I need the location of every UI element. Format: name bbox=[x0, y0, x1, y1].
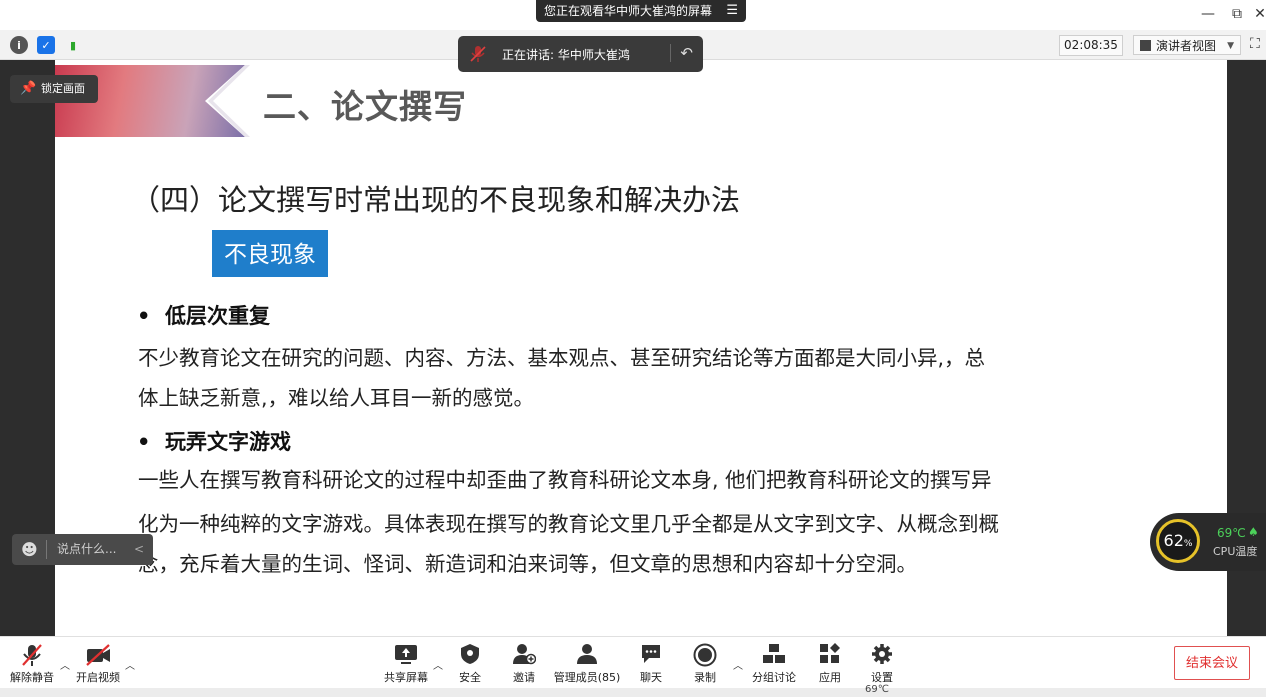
slide-title: 二、论文撰写 bbox=[263, 87, 467, 126]
manage-members-label: 管理成员(85) bbox=[553, 671, 621, 684]
cpu-usage-unit: % bbox=[1183, 539, 1193, 549]
invite-label: 邀请 bbox=[513, 671, 535, 684]
cpu-temperature: 69℃ bbox=[1217, 526, 1246, 540]
unmute-label: 解除静音 bbox=[10, 671, 54, 684]
bullet-dot: • bbox=[137, 430, 151, 454]
breakout-icon bbox=[750, 643, 798, 667]
slide-subtitle: （四）论文撰写时常出现的不良现象和解决办法 bbox=[131, 183, 741, 217]
bullet-paragraph: 一些人在撰写教育科研论文的过程中却歪曲了教育科研论文本身, 他们把教育科研论文的… bbox=[138, 460, 1068, 584]
settings-button[interactable]: 设置 bbox=[867, 643, 897, 687]
share-screen-button[interactable]: 共享屏幕 bbox=[380, 643, 432, 687]
cpu-usage-gauge: 62% bbox=[1156, 519, 1200, 563]
window-titlebar: 您正在观看华中师大崔鸿的屏幕 ☰ — ⧉ ✕ bbox=[0, 0, 1266, 30]
emoji-icon[interactable]: ☻ bbox=[21, 534, 38, 565]
record-button[interactable]: 录制 bbox=[690, 643, 720, 687]
record-icon bbox=[690, 643, 720, 667]
apps-label: 应用 bbox=[819, 671, 841, 684]
chevron-up-icon[interactable]: ︿ bbox=[733, 657, 743, 672]
viewing-screen-banner[interactable]: 您正在观看华中师大崔鸿的屏幕 ☰ bbox=[536, 0, 746, 22]
paragraph-line: 不少教育论文在研究的问题、内容、方法、基本观点、甚至研究结论等方面都是大同小异,… bbox=[138, 346, 986, 370]
breakout-rooms-label: 分组讨论 bbox=[752, 671, 796, 684]
invite-button[interactable]: 邀请 bbox=[508, 643, 540, 687]
bullet-heading-text: 低层次重复 bbox=[165, 304, 270, 328]
chat-button[interactable]: 聊天 bbox=[636, 643, 666, 687]
chevron-up-icon[interactable]: ︿ bbox=[125, 657, 135, 672]
lock-screen-label: 锁定画面 bbox=[41, 82, 85, 95]
chat-placeholder: 说点什么... bbox=[57, 542, 117, 556]
lock-screen-button[interactable]: 📌 锁定画面 bbox=[10, 75, 98, 103]
active-speaker-indicator: 正在讲话: 华中师大崔鸿 ↶ bbox=[458, 36, 703, 72]
record-label: 录制 bbox=[694, 671, 716, 684]
pin-icon: 📌 bbox=[20, 81, 37, 96]
share-screen-label: 共享屏幕 bbox=[384, 671, 428, 684]
apps-button[interactable]: 应用 bbox=[815, 643, 845, 687]
muted-mic-icon bbox=[10, 643, 54, 667]
shared-slide: 二、论文撰写 （四）论文撰写时常出现的不良现象和解决办法 不良现象 • 低层次重复… bbox=[55, 60, 1227, 636]
share-screen-icon bbox=[380, 643, 432, 667]
meeting-control-bar: 解除静音 ︿ 开启视频 ︿ 共享屏幕 ︿ 安全 邀请 管理成员(85) 聊天 录… bbox=[0, 636, 1266, 689]
muted-mic-icon bbox=[470, 45, 486, 63]
chat-icon bbox=[636, 643, 666, 667]
minimize-button[interactable]: — bbox=[1198, 6, 1218, 22]
section-tag: 不良现象 bbox=[212, 230, 328, 277]
collapse-arrow-icon[interactable]: < bbox=[134, 534, 144, 565]
fullscreen-icon[interactable]: ⛶ bbox=[1250, 36, 1260, 52]
status-temperature: 69℃ bbox=[865, 684, 889, 695]
chevron-down-icon: ▼ bbox=[1227, 41, 1234, 51]
paragraph-line: 念，充斥着大量的生词、怪词、新造词和泊来词等，但文章的思想和内容却十分空洞。 bbox=[138, 552, 917, 576]
reply-icon[interactable]: ↶ bbox=[670, 44, 693, 62]
paragraph-line: 化为一种纯粹的文字游戏。具体表现在撰写的教育论文里几乎全都是从文字到文字、从概念… bbox=[138, 512, 999, 536]
restore-button[interactable]: ⧉ bbox=[1227, 6, 1247, 22]
signal-icon[interactable]: ▮ bbox=[64, 36, 82, 54]
cpu-monitor-widget[interactable]: 62% 69℃ ♠ CPU温度 bbox=[1150, 513, 1266, 571]
view-mode-dropdown[interactable]: 演讲者视图 ▼ bbox=[1133, 35, 1241, 55]
view-grid-icon bbox=[1140, 40, 1151, 51]
bullet-heading: • 玩弄文字游戏 bbox=[137, 426, 291, 456]
leaf-icon: ♠ bbox=[1248, 525, 1259, 539]
viewing-screen-text: 您正在观看华中师大崔鸿的屏幕 bbox=[544, 4, 713, 18]
meeting-timer: 02:08:35 bbox=[1059, 35, 1123, 56]
bullet-paragraph: 不少教育论文在研究的问题、内容、方法、基本观点、甚至研究结论等方面都是大同小异,… bbox=[138, 338, 1068, 418]
end-meeting-button[interactable]: 结束会议 bbox=[1174, 646, 1250, 680]
shield-icon bbox=[454, 643, 486, 667]
cpu-temperature-label: CPU温度 bbox=[1213, 545, 1258, 558]
settings-label: 设置 bbox=[871, 671, 893, 684]
paragraph-line: 体上缺乏新意,，难以给人耳目一新的感觉。 bbox=[138, 386, 535, 410]
cpu-usage-value: 62 bbox=[1163, 531, 1184, 550]
danmaku-chat-input[interactable]: ☻ 说点什么... < bbox=[12, 534, 153, 565]
input-divider bbox=[46, 540, 47, 559]
unmute-button[interactable]: 解除静音 bbox=[10, 643, 54, 687]
add-user-icon bbox=[508, 643, 540, 667]
apps-icon bbox=[815, 643, 845, 667]
menu-icon[interactable]: ☰ bbox=[726, 0, 738, 22]
view-mode-label: 演讲者视图 bbox=[1156, 39, 1217, 53]
info-icon[interactable]: i bbox=[10, 36, 28, 54]
system-status-strip: 69℃ bbox=[0, 684, 1266, 697]
chat-label: 聊天 bbox=[640, 671, 662, 684]
start-video-button[interactable]: 开启视频 bbox=[74, 643, 122, 687]
bullet-dot: • bbox=[137, 304, 151, 328]
shield-icon[interactable]: ✓ bbox=[37, 36, 55, 54]
gear-icon bbox=[867, 643, 897, 667]
paragraph-line: 一些人在撰写教育科研论文的过程中却歪曲了教育科研论文本身, 他们把教育科研论文的… bbox=[138, 468, 992, 492]
close-button[interactable]: ✕ bbox=[1250, 6, 1266, 22]
chevron-up-icon[interactable]: ︿ bbox=[433, 657, 443, 672]
members-icon bbox=[553, 643, 621, 667]
bullet-heading: • 低层次重复 bbox=[137, 300, 270, 330]
active-speaker-label: 正在讲话: 华中师大崔鸿 bbox=[502, 48, 630, 62]
manage-members-button[interactable]: 管理成员(85) bbox=[553, 643, 621, 687]
start-video-label: 开启视频 bbox=[76, 671, 120, 684]
bullet-heading-text: 玩弄文字游戏 bbox=[165, 430, 291, 454]
security-button[interactable]: 安全 bbox=[454, 643, 486, 687]
security-label: 安全 bbox=[459, 671, 481, 684]
video-off-icon bbox=[74, 643, 122, 667]
breakout-rooms-button[interactable]: 分组讨论 bbox=[750, 643, 798, 687]
chevron-up-icon[interactable]: ︿ bbox=[60, 657, 70, 672]
